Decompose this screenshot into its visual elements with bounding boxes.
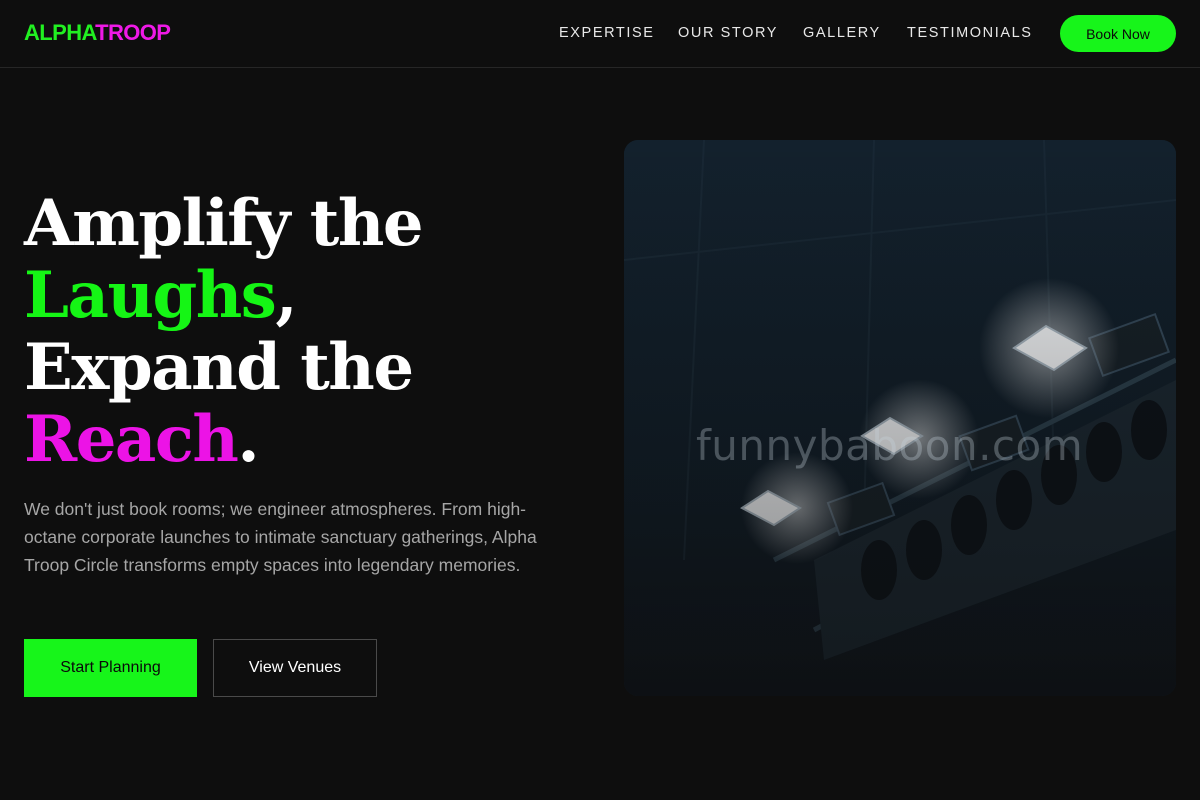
top-navigation: ALPHATROOP EXPERTISE OUR STORY GALLERY T…: [0, 0, 1200, 68]
hero-title-period: .: [237, 402, 259, 477]
hero-title: Amplify the Laughs, Expand the Reach.: [24, 188, 584, 476]
nav-link-our-story[interactable]: OUR STORY: [678, 24, 778, 42]
hero-title-line-2: Laughs,: [24, 260, 584, 332]
hero-description: We don't just book rooms; we engineer at…: [24, 499, 537, 575]
view-venues-button[interactable]: View Venues: [213, 639, 377, 697]
brand-logo[interactable]: ALPHATROOP: [24, 20, 171, 45]
hero-title-word-reach: Reach: [24, 402, 239, 477]
stage-lights-illustration: [624, 140, 1176, 696]
book-now-button[interactable]: Book Now: [1060, 15, 1176, 52]
start-planning-button[interactable]: Start Planning: [24, 639, 197, 697]
landing-page: ALPHATROOP EXPERTISE OUR STORY GALLERY T…: [0, 0, 1200, 800]
hero-title-line-3: Expand the: [24, 330, 414, 405]
brand-logo-part1: ALPHA: [24, 20, 96, 45]
brand-logo-part2: TROOP: [95, 20, 171, 45]
hero-title-comma: ,: [275, 258, 297, 333]
hero-title-line-1: Amplify the: [24, 186, 424, 261]
hero-title-word-laughs: Laughs: [24, 258, 277, 333]
hero-title-line-4: Reach.: [24, 404, 584, 476]
nav-link-testimonials[interactable]: TESTIMONIALS: [907, 24, 1033, 42]
nav-link-expertise[interactable]: EXPERTISE: [559, 24, 655, 42]
nav-link-gallery[interactable]: GALLERY: [803, 24, 881, 42]
hero-image: funnybaboon.com: [624, 140, 1176, 696]
